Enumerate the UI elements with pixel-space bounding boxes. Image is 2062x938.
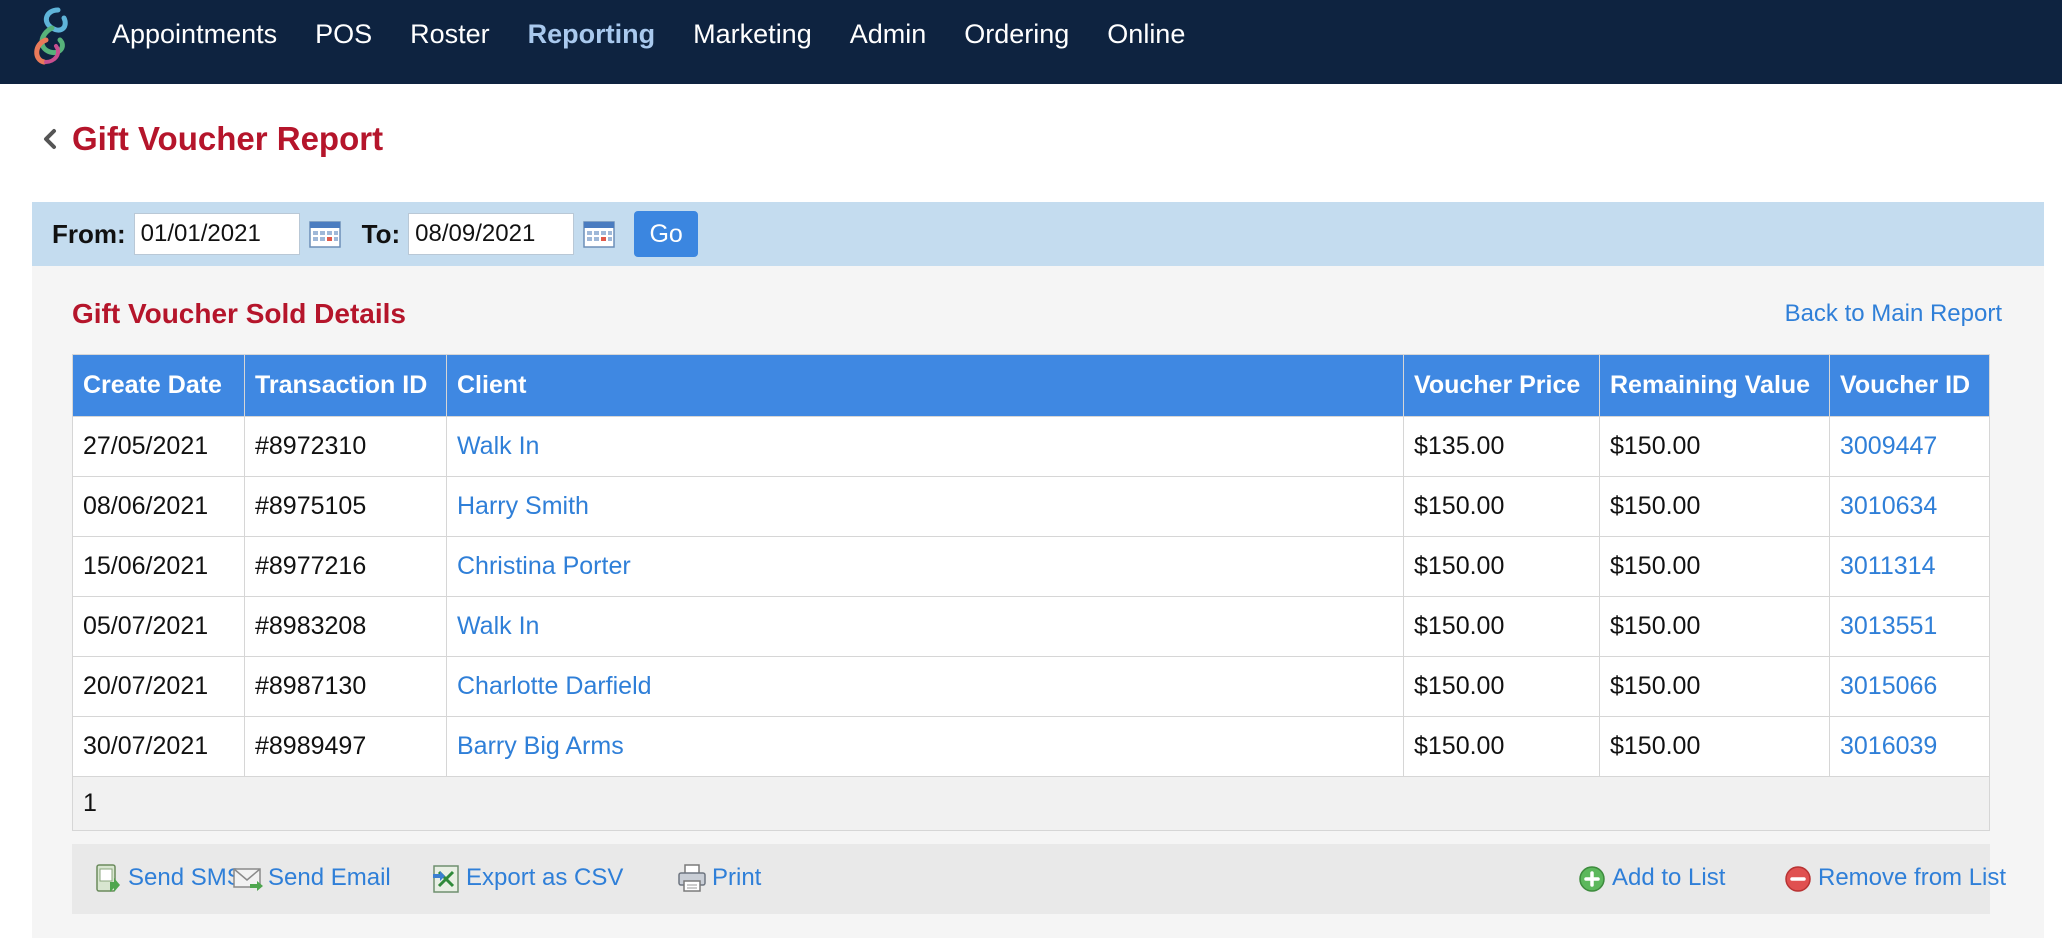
cell-voucher-id-link[interactable]: 3011314 [1829, 536, 1990, 597]
page-number[interactable]: 1 [72, 776, 1990, 831]
cell-client-link[interactable]: Barry Big Arms [446, 716, 1404, 777]
from-date-input[interactable] [133, 213, 300, 255]
from-label: From: [52, 218, 126, 249]
cell-transaction-id: #8977216 [244, 536, 447, 597]
remove-from-list-label: Remove from List [1818, 864, 2007, 891]
add-to-list-label: Add to List [1612, 864, 1726, 891]
cell-remaining-value: $150.00 [1599, 416, 1830, 477]
nav-item-roster[interactable]: Roster [410, 19, 490, 50]
column-header-transaction-id[interactable]: Transaction ID [244, 354, 447, 417]
sms-icon [96, 864, 120, 892]
top-nav-bar: Appointments POS Roster Reporting Market… [0, 0, 2062, 84]
export-csv-button[interactable]: Export as CSV [430, 862, 623, 894]
page-header: Gift Voucher Report [40, 120, 383, 158]
cell-remaining-value: $150.00 [1599, 536, 1830, 597]
nav-item-ordering[interactable]: Ordering [964, 19, 1069, 50]
add-to-list-button[interactable]: Add to List [1576, 862, 1725, 894]
pagination-row: 1 [72, 776, 1990, 831]
cell-remaining-value: $150.00 [1599, 596, 1830, 657]
main-nav: Appointments POS Roster Reporting Market… [112, 0, 1223, 68]
actions-bar: Send SMS Send Email Export as CSV Print … [72, 844, 2006, 914]
cell-voucher-id-link[interactable]: 3015066 [1829, 656, 1990, 717]
nav-item-admin[interactable]: Admin [850, 19, 927, 50]
date-filter-bar: From: To: Go [32, 202, 2044, 266]
cell-voucher-price: $150.00 [1403, 656, 1600, 717]
cell-voucher-price: $150.00 [1403, 536, 1600, 597]
cell-transaction-id: #8975105 [244, 476, 447, 537]
calendar-icon[interactable] [308, 219, 342, 249]
send-email-label: Send Email [268, 864, 391, 891]
remove-from-list-button[interactable]: Remove from List [1782, 862, 2006, 894]
cell-create-date: 20/07/2021 [72, 656, 245, 717]
send-sms-label: Send SMS [128, 864, 243, 891]
table-row: 05/07/2021 #8983208 Walk In $150.00 $150… [72, 596, 1990, 657]
cell-voucher-price: $150.00 [1403, 596, 1600, 657]
cell-voucher-id-link[interactable]: 3009447 [1829, 416, 1990, 477]
cell-create-date: 08/06/2021 [72, 476, 245, 537]
cell-voucher-id-link[interactable]: 3016039 [1829, 716, 1990, 777]
cell-transaction-id: #8972310 [244, 416, 447, 477]
nav-item-online[interactable]: Online [1107, 19, 1185, 50]
table-row: 20/07/2021 #8987130 Charlotte Darfield $… [72, 656, 1990, 717]
cell-remaining-value: $150.00 [1599, 476, 1830, 537]
table-header-row: Create Date Transaction ID Client Vouche… [72, 354, 1990, 417]
cell-client-link[interactable]: Christina Porter [446, 536, 1404, 597]
table-row: 27/05/2021 #8972310 Walk In $135.00 $150… [72, 416, 1990, 477]
minus-circle-icon [1785, 866, 1811, 892]
calendar-icon[interactable] [582, 219, 616, 249]
report-panel: Gift Voucher Sold Details Back to Main R… [32, 266, 2044, 938]
cell-voucher-id-link[interactable]: 3010634 [1829, 476, 1990, 537]
table-row: 08/06/2021 #8975105 Harry Smith $150.00 … [72, 476, 1990, 537]
table-row: 30/07/2021 #8989497 Barry Big Arms $150.… [72, 716, 1990, 777]
send-sms-button[interactable]: Send SMS [92, 862, 243, 894]
cell-transaction-id: #8983208 [244, 596, 447, 657]
column-header-voucher-id[interactable]: Voucher ID [1829, 354, 1990, 417]
cell-client-link[interactable]: Walk In [446, 416, 1404, 477]
cell-voucher-price: $150.00 [1403, 476, 1600, 537]
cell-create-date: 27/05/2021 [72, 416, 245, 477]
to-label: To: [361, 218, 401, 249]
printer-icon [678, 864, 706, 892]
cell-create-date: 05/07/2021 [72, 596, 245, 657]
cell-client-link[interactable]: Charlotte Darfield [446, 656, 1404, 717]
nav-item-appointments[interactable]: Appointments [112, 19, 277, 50]
table-row: 15/06/2021 #8977216 Christina Porter $15… [72, 536, 1990, 597]
export-csv-label: Export as CSV [466, 864, 624, 891]
voucher-table: Create Date Transaction ID Client Vouche… [72, 354, 1990, 831]
brand-logo-icon[interactable] [28, 4, 78, 66]
csv-export-icon [433, 865, 459, 893]
cell-remaining-value: $150.00 [1599, 716, 1830, 777]
cell-remaining-value: $150.00 [1599, 656, 1830, 717]
cell-create-date: 15/06/2021 [72, 536, 245, 597]
to-date-input[interactable] [408, 213, 575, 255]
page-title: Gift Voucher Report [72, 120, 384, 157]
email-icon [233, 868, 263, 891]
nav-item-reporting[interactable]: Reporting [528, 19, 656, 50]
section-title: Gift Voucher Sold Details [72, 298, 406, 329]
cell-client-link[interactable]: Walk In [446, 596, 1404, 657]
cell-voucher-price: $150.00 [1403, 716, 1600, 777]
column-header-remaining-value[interactable]: Remaining Value [1599, 354, 1830, 417]
cell-voucher-id-link[interactable]: 3013551 [1829, 596, 1990, 657]
print-button[interactable]: Print [676, 862, 761, 894]
cell-transaction-id: #8987130 [244, 656, 447, 717]
column-header-create-date[interactable]: Create Date [72, 354, 245, 417]
nav-item-pos[interactable]: POS [315, 19, 372, 50]
column-header-voucher-price[interactable]: Voucher Price [1403, 354, 1600, 417]
cell-voucher-price: $135.00 [1403, 416, 1600, 477]
cell-client-link[interactable]: Harry Smith [446, 476, 1404, 537]
cell-create-date: 30/07/2021 [72, 716, 245, 777]
column-header-client[interactable]: Client [446, 354, 1404, 417]
nav-item-marketing[interactable]: Marketing [693, 19, 812, 50]
send-email-button[interactable]: Send Email [232, 862, 391, 894]
go-button[interactable]: Go [634, 211, 699, 257]
back-to-main-report-link[interactable]: Back to Main Report [1785, 300, 2002, 328]
plus-circle-icon [1579, 866, 1605, 892]
chevron-left-icon[interactable] [40, 124, 60, 154]
print-label: Print [712, 864, 762, 891]
cell-transaction-id: #8989497 [244, 716, 447, 777]
